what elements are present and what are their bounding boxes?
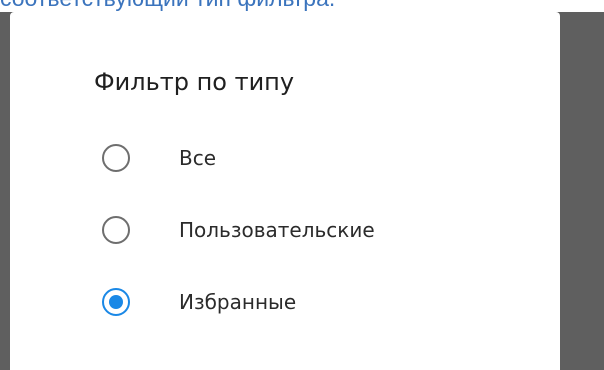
filter-option-custom[interactable]: Пользовательские (90, 202, 530, 258)
filter-option-all[interactable]: Все (90, 130, 530, 186)
radio-all[interactable] (102, 144, 130, 172)
filter-option-custom-label: Пользовательские (179, 218, 375, 242)
filter-option-favorites-label: Избранные (179, 290, 297, 314)
radio-custom[interactable] (102, 216, 130, 244)
dialog-title: Фильтр по типу (94, 68, 295, 96)
filter-option-favorites[interactable]: Избранные (90, 274, 530, 330)
background-caption-text: соответствующий тип фильтра. (0, 0, 335, 10)
radio-selected-dot (109, 295, 123, 309)
radio-favorites[interactable] (102, 288, 130, 316)
background-caption: соответствующий тип фильтра. (0, 0, 604, 12)
filter-type-dialog: Фильтр по типу Все Пользовательские Избр… (10, 12, 560, 370)
filter-option-all-label: Все (179, 146, 217, 170)
